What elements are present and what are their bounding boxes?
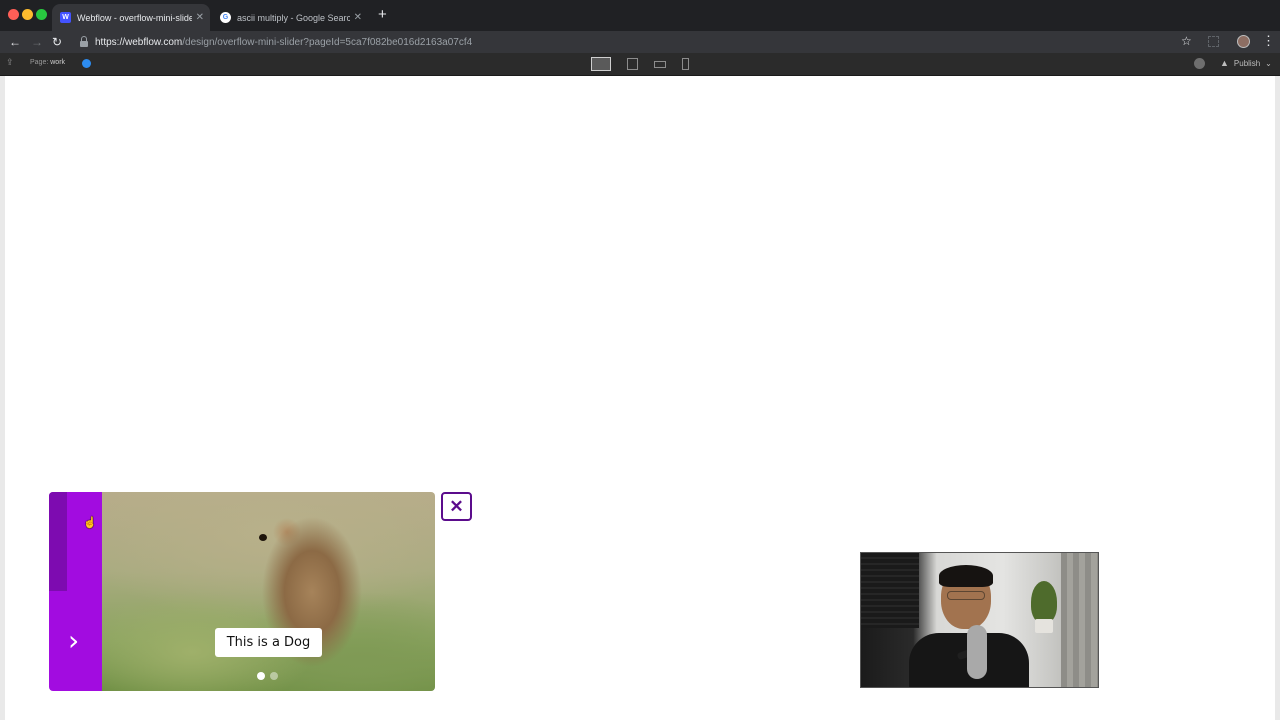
new-tab-button[interactable]: + (378, 6, 387, 24)
slide-dot[interactable] (257, 672, 265, 680)
slide-image-ground-squirrel (102, 492, 435, 691)
google-icon: G (220, 12, 231, 23)
extension-icon[interactable] (1208, 36, 1219, 47)
publish-button[interactable]: ▲ Publish ⌄ (1220, 58, 1272, 68)
person-hair (939, 565, 993, 587)
reload-icon[interactable]: ↻ (52, 33, 62, 51)
tab-webflow[interactable]: W Webflow - overflow-mini-slider ✕ (52, 4, 210, 31)
sync-status-icon (82, 59, 91, 68)
microphone (967, 625, 987, 679)
browser-tab-strip: W Webflow - overflow-mini-slider ✕ G asc… (0, 0, 1280, 31)
breakpoint-mobile-portrait-icon[interactable] (682, 58, 689, 70)
glasses (947, 591, 985, 600)
url-host: https://webflow.com (95, 36, 183, 48)
browser-toolbar: ← → ↻ https://webflow.com/design/overflo… (0, 31, 1280, 53)
squirrel-eye (259, 534, 267, 541)
browser-menu-icon[interactable]: ⋮ (1262, 33, 1275, 49)
chevron-right-icon[interactable]: › (68, 627, 79, 655)
webcam-overlay (860, 552, 1099, 688)
tab-title: ascii multiply - Google Search (237, 12, 350, 23)
export-icon[interactable]: ⇪ (6, 57, 14, 68)
slide-nav-dots (257, 672, 278, 680)
breakpoint-tablet-icon[interactable] (627, 58, 638, 70)
forward-icon[interactable]: → (31, 33, 43, 51)
window-minimize-button[interactable] (22, 9, 33, 20)
window-blind (861, 553, 919, 628)
webflow-designer-bar: ⇪ Page: work ▲ Publish ⌄ (0, 53, 1280, 76)
page-label: Page: (30, 59, 49, 66)
bookmark-star-icon[interactable]: ☆ (1181, 34, 1192, 48)
page-name: work (50, 59, 66, 66)
tab-google-search[interactable]: G ascii multiply - Google Search ✕ (212, 4, 368, 31)
hand-cursor-icon: ☝ (83, 517, 97, 529)
slide-caption: This is a Dog (215, 628, 322, 657)
window-zoom-button[interactable] (36, 9, 47, 20)
publish-label: Publish (1233, 58, 1261, 68)
tab-title: Webflow - overflow-mini-slider (77, 12, 192, 23)
webflow-icon: W (60, 12, 71, 23)
plant (1031, 581, 1057, 623)
address-bar[interactable]: https://webflow.com/design/overflow-mini… (80, 34, 472, 50)
curtain (1061, 553, 1098, 687)
plant-pot (1035, 619, 1053, 633)
tab-close-icon[interactable]: ✕ (354, 12, 362, 23)
window-close-button[interactable] (8, 9, 19, 20)
breakpoint-desktop-icon[interactable] (591, 57, 611, 71)
slider-arrow-highlight (49, 492, 67, 591)
url-path: /design/overflow-mini-slider?pageId=5ca7… (182, 36, 473, 48)
page-selector[interactable]: Page: work (30, 59, 65, 66)
close-button[interactable]: ✕ (441, 492, 472, 521)
breakpoint-mobile-landscape-icon[interactable] (654, 61, 666, 68)
profile-avatar[interactable] (1237, 35, 1250, 48)
tab-close-icon[interactable]: ✕ (196, 12, 204, 23)
slide-dot[interactable] (270, 672, 278, 680)
mini-slider[interactable]: › This is a Dog (49, 492, 435, 691)
chevron-down-icon: ⌄ (1265, 58, 1272, 68)
back-icon[interactable]: ← (9, 33, 21, 51)
lock-icon (80, 36, 88, 47)
preview-globe-icon[interactable] (1194, 58, 1205, 69)
publish-icon: ▲ (1220, 58, 1229, 68)
canvas-right-gutter (1275, 76, 1280, 720)
